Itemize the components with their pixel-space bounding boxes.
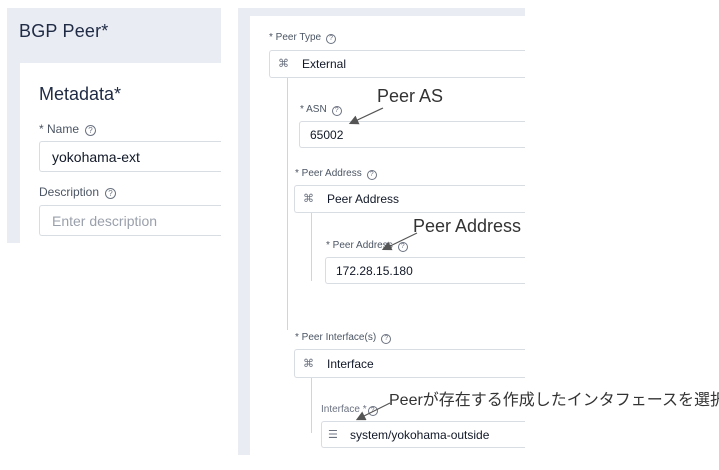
interface-field-label-text: Interface * (321, 404, 367, 415)
peer-address-field-label-text: * Peer Address (326, 240, 393, 251)
interface-value: system/yokohama-outside (350, 427, 490, 442)
tree-structure-icon: ⌘ (278, 58, 289, 70)
annotation-interface: Peerが存在する作成したインタフェースを選択 (389, 392, 719, 409)
peer-type-value: External (302, 57, 347, 71)
peer-address-select[interactable]: ⌘ Peer Address (294, 185, 525, 213)
annotation-peer-address: Peer Address (413, 216, 522, 236)
question-circle-icon[interactable]: ? (85, 125, 97, 136)
peer-address-section-label-text: * Peer Address (295, 168, 362, 179)
peer-type-select[interactable]: ⌘ External (269, 50, 525, 78)
description-input[interactable]: Enter description (39, 205, 221, 236)
interface-field-label: Interface *? (321, 404, 378, 416)
peer-address-value: 172.28.15.180 (336, 263, 413, 278)
name-label-text: * Name (39, 122, 80, 136)
metadata-title: Metadata* (39, 84, 122, 104)
peer-address-header: Peer Address (327, 192, 400, 206)
name-label: * Name? (39, 122, 97, 136)
panel-title: BGP Peer* (19, 21, 109, 41)
metadata-card: Metadata* * Name? yokohama-ext Descripti… (20, 63, 221, 243)
tree-connector (287, 78, 288, 330)
question-circle-icon[interactable]: ? (397, 242, 408, 252)
peer-address-field-label: * Peer Address? (326, 240, 408, 252)
peer-interfaces-label-text: * Peer Interface(s) (295, 332, 377, 343)
peer-address-section-label: * Peer Address? (295, 168, 377, 180)
interface-input[interactable]: ☰ system/yokohama-outside (321, 421, 525, 448)
bgp-peer-panel: BGP Peer* Metadata* * Name? yokohama-ext… (7, 8, 221, 243)
question-circle-icon[interactable]: ? (381, 334, 392, 344)
tree-connector (311, 378, 312, 433)
interface-header: Interface (327, 356, 374, 371)
question-circle-icon[interactable]: ? (366, 170, 377, 180)
question-circle-icon[interactable]: ? (331, 106, 342, 116)
question-circle-icon[interactable]: ? (105, 188, 117, 199)
annotation-peer-as: Peer AS (377, 86, 444, 106)
interface-select[interactable]: ⌘ Interface (294, 349, 525, 378)
asn-input[interactable]: 65002 (299, 121, 525, 148)
peer-type-label: * Peer Type? (269, 32, 337, 44)
peer-type-label-text: * Peer Type (269, 32, 322, 43)
tree-connector (311, 213, 312, 281)
peer-interfaces-label: * Peer Interface(s)? (295, 332, 392, 344)
peer-address-input[interactable]: 172.28.15.180 (325, 257, 525, 284)
asn-label-text: * ASN (300, 104, 327, 115)
asn-label: * ASN? (300, 104, 342, 116)
asn-value: 65002 (310, 127, 344, 142)
question-circle-icon[interactable]: ? (326, 34, 337, 44)
description-label-text: Description (39, 185, 100, 199)
name-input[interactable]: yokohama-ext (39, 141, 221, 172)
question-circle-icon[interactable]: ? (367, 406, 378, 416)
description-label: Description? (39, 185, 117, 199)
list-icon: ☰ (328, 428, 338, 441)
tree-structure-icon: ⌘ (303, 357, 314, 370)
tree-structure-icon: ⌘ (303, 193, 314, 205)
